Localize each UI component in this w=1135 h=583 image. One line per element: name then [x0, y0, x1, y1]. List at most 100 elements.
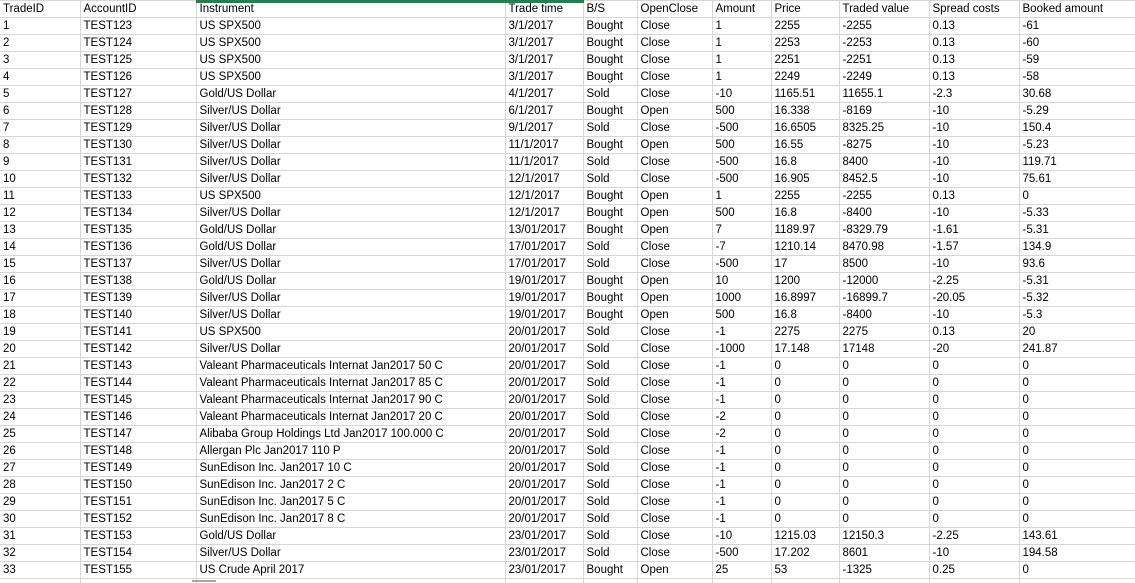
cell-amount[interactable]: -2 [712, 426, 771, 443]
cell-trade_time[interactable]: 20/01/2017 [505, 477, 583, 494]
cell-buy_sell[interactable]: Sold [583, 171, 637, 188]
cell-trade_id[interactable]: 1 [0, 18, 80, 35]
cell-booked_amount[interactable]: 93.6 [1019, 256, 1135, 273]
cell-account_id[interactable]: TEST134 [80, 205, 196, 222]
cell-trade_time[interactable]: 11/1/2017 [505, 154, 583, 171]
cell-account_id[interactable]: TEST132 [80, 171, 196, 188]
cell-spread_costs[interactable]: -10 [929, 137, 1019, 154]
cell-trade_time[interactable]: 12/1/2017 [505, 188, 583, 205]
cell-trade_id[interactable]: 25 [0, 426, 80, 443]
cell-trade_time[interactable]: 3/1/2017 [505, 69, 583, 86]
cell-spread_costs[interactable]: 0 [929, 443, 1019, 460]
cell-open_close[interactable]: Open [637, 562, 712, 579]
cell-open_close[interactable]: Close [637, 358, 712, 375]
cell-spread_costs[interactable]: 0 [929, 392, 1019, 409]
cell-instrument[interactable]: Gold/US Dollar [196, 239, 505, 256]
column-header-booked_amount[interactable]: Booked amount [1019, 1, 1135, 18]
cell-instrument[interactable]: US SPX500 [196, 188, 505, 205]
cell-price[interactable]: 0 [771, 511, 839, 528]
cell-spread_costs[interactable]: 0.13 [929, 324, 1019, 341]
cell-account_id[interactable]: TEST127 [80, 86, 196, 103]
cell-trade_time[interactable]: 20/01/2017 [505, 375, 583, 392]
cell-instrument[interactable]: US SPX500 [196, 69, 505, 86]
cell-price[interactable]: 16.338 [771, 103, 839, 120]
cell-trade_time[interactable]: 6/1/2017 [505, 103, 583, 120]
cell-traded_value[interactable]: -8400 [839, 307, 929, 324]
cell-spread_costs[interactable]: -10 [929, 545, 1019, 562]
cell-instrument[interactable]: Allergan Plc Jan2017 110 P [196, 443, 505, 460]
cell-trade_id[interactable]: 9 [0, 154, 80, 171]
cell-instrument[interactable]: Alibaba Group Holdings Ltd Jan2017 100.0… [196, 426, 505, 443]
cell-trade_time[interactable]: 20/01/2017 [505, 341, 583, 358]
cell-account_id[interactable]: TEST146 [80, 409, 196, 426]
cell-open_close[interactable]: Open [637, 273, 712, 290]
cell-trade_id[interactable]: 27 [0, 460, 80, 477]
cell-buy_sell[interactable]: Sold [583, 409, 637, 426]
cell-trade_time[interactable]: 23/01/2017 [505, 562, 583, 579]
cell-price[interactable]: 16.8997 [771, 290, 839, 307]
cell-trade_id[interactable]: 16 [0, 273, 80, 290]
cell-amount[interactable]: 1 [712, 52, 771, 69]
cell-buy_sell[interactable]: Sold [583, 375, 637, 392]
cell-instrument[interactable]: Silver/US Dollar [196, 137, 505, 154]
cell-booked_amount[interactable]: 0 [1019, 426, 1135, 443]
cell-buy_sell[interactable]: Bought [583, 273, 637, 290]
column-header-price[interactable]: Price [771, 1, 839, 18]
cell-amount[interactable]: -1000 [712, 341, 771, 358]
cell-instrument[interactable]: Silver/US Dollar [196, 171, 505, 188]
cell-trade_time[interactable]: 3/1/2017 [505, 52, 583, 69]
cell-price[interactable]: 0 [771, 375, 839, 392]
column-header-buy_sell[interactable]: B/S [583, 1, 637, 18]
cell-amount[interactable]: 500 [712, 307, 771, 324]
cell-amount[interactable]: 7 [712, 222, 771, 239]
cell-booked_amount[interactable]: -5.29 [1019, 103, 1135, 120]
cell-trade_id[interactable]: 18 [0, 307, 80, 324]
cell-account_id[interactable]: TEST128 [80, 103, 196, 120]
cell-traded_value[interactable]: 0 [839, 494, 929, 511]
cell-trade_time[interactable]: 12/1/2017 [505, 171, 583, 188]
cell-traded_value[interactable]: 0 [839, 460, 929, 477]
cell-trade_time[interactable]: 20/01/2017 [505, 358, 583, 375]
cell-price[interactable]: 16.55 [771, 137, 839, 154]
cell-price[interactable]: 2255 [771, 188, 839, 205]
column-header-trade_id[interactable]: TradeID [0, 1, 80, 18]
cell-buy_sell[interactable]: Sold [583, 460, 637, 477]
cell-price[interactable]: 16.8 [771, 307, 839, 324]
cell-booked_amount[interactable]: -5.31 [1019, 273, 1135, 290]
cell-account_id[interactable]: TEST152 [80, 511, 196, 528]
cell-spread_costs[interactable]: -10 [929, 103, 1019, 120]
cell-amount[interactable]: -500 [712, 256, 771, 273]
cell-account_id[interactable]: TEST143 [80, 358, 196, 375]
cell-traded_value[interactable]: -8329.79 [839, 222, 929, 239]
column-header-trade_time[interactable]: Trade time [505, 1, 583, 18]
cell-booked_amount[interactable]: 194.58 [1019, 545, 1135, 562]
cell-price[interactable]: 2251 [771, 52, 839, 69]
cell-booked_amount[interactable]: 30.68 [1019, 86, 1135, 103]
cell-trade_id[interactable]: 19 [0, 324, 80, 341]
cell-price[interactable]: 2275 [771, 324, 839, 341]
cell-open_close[interactable]: Open [637, 290, 712, 307]
cell-buy_sell[interactable]: Bought [583, 18, 637, 35]
cell-instrument[interactable]: Valeant Pharmaceuticals Internat Jan2017… [196, 392, 505, 409]
cell-open_close[interactable]: Close [637, 460, 712, 477]
cell-price[interactable]: 0 [771, 460, 839, 477]
cell-spread_costs[interactable]: 0.13 [929, 18, 1019, 35]
cell-spread_costs[interactable]: 0 [929, 494, 1019, 511]
cell-traded_value[interactable]: 8500 [839, 256, 929, 273]
cell-spread_costs[interactable]: -10 [929, 307, 1019, 324]
cell-booked_amount[interactable]: -5.23 [1019, 137, 1135, 154]
cell-open_close[interactable]: Close [637, 545, 712, 562]
cell-trade_time[interactable]: 20/01/2017 [505, 409, 583, 426]
cell-account_id[interactable]: TEST123 [80, 18, 196, 35]
cell-instrument[interactable]: US SPX500 [196, 52, 505, 69]
cell-buy_sell[interactable]: Sold [583, 443, 637, 460]
cell-open_close[interactable]: Open [637, 307, 712, 324]
cell-instrument[interactable]: Valeant Pharmaceuticals Internat Jan2017… [196, 358, 505, 375]
cell-amount[interactable]: -500 [712, 171, 771, 188]
cell-instrument[interactable]: SunEdison Inc. Jan2017 8 C [196, 511, 505, 528]
cell-booked_amount[interactable]: 20 [1019, 324, 1135, 341]
cell-price[interactable]: 2253 [771, 35, 839, 52]
cell-open_close[interactable]: Close [637, 511, 712, 528]
cell-traded_value[interactable]: 11655.1 [839, 86, 929, 103]
cell-buy_sell[interactable]: Sold [583, 477, 637, 494]
